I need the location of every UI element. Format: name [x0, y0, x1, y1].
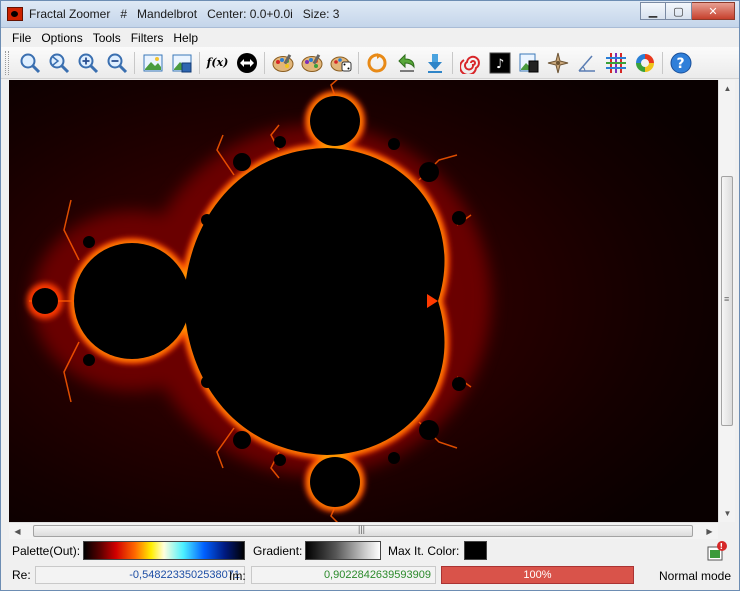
scroll-down-arrow-icon[interactable]: ▼	[719, 505, 736, 522]
mandelbrot-image	[9, 80, 718, 522]
menu-tools[interactable]: Tools	[88, 29, 126, 47]
toolbar-separator	[134, 51, 135, 74]
save-settings-icon[interactable]	[170, 51, 194, 75]
palette-out-label: Palette(Out):	[12, 544, 81, 558]
palette-in-icon[interactable]	[300, 51, 324, 75]
re-label: Re:	[12, 568, 31, 582]
zoom-in-magnifier-icon[interactable]	[18, 51, 42, 75]
grid-icon[interactable]	[604, 51, 628, 75]
scroll-up-arrow-icon[interactable]: ▲	[719, 80, 736, 97]
horizontal-thumb-grip-icon: |||	[358, 524, 366, 534]
mode-label: Normal mode	[659, 569, 732, 583]
palette-row: Palette(Out): Gradient: Max It. Color: !	[1, 539, 739, 563]
function-glyph: f(x)	[206, 56, 229, 69]
menu-filters[interactable]: Filters	[126, 29, 169, 47]
maximize-button[interactable]: ▢	[666, 2, 692, 20]
menu-bar: File Options Tools Filters Help	[1, 29, 739, 47]
angle-icon[interactable]	[575, 51, 599, 75]
toolbar-separator	[662, 51, 663, 74]
save-image-icon[interactable]	[141, 51, 165, 75]
random-palette-icon[interactable]	[329, 51, 353, 75]
undo-icon[interactable]	[394, 51, 418, 75]
menu-options[interactable]: Options	[36, 29, 87, 47]
toolbar-grip[interactable]	[5, 50, 9, 75]
gradient-label: Gradient:	[253, 544, 303, 558]
menu-file[interactable]: File	[7, 29, 36, 47]
zoom-minus-icon[interactable]	[105, 51, 129, 75]
zoom-out-magnifier-icon[interactable]	[47, 51, 71, 75]
re-value-field: -0,5482233502538071	[35, 566, 245, 584]
render-progress-bar: 100%	[441, 566, 634, 584]
compass-icon[interactable]	[546, 51, 570, 75]
close-button[interactable]: ✕	[692, 2, 735, 20]
svg-text:!: !	[720, 542, 724, 551]
max-iter-color-swatch[interactable]	[464, 541, 487, 560]
im-value-field: 0,9022842639593909	[251, 566, 436, 584]
toolbar-separator	[199, 51, 200, 74]
horizontal-scrollbar[interactable]: ◀ ||| ▶	[9, 522, 718, 539]
palette-out-icon[interactable]	[271, 51, 295, 75]
scroll-right-arrow-icon[interactable]: ▶	[701, 523, 718, 540]
notification-icon[interactable]: !	[706, 541, 728, 561]
im-label: Im:	[229, 569, 246, 583]
toolbar-separator	[358, 51, 359, 74]
max-iter-color-label: Max It. Color:	[388, 544, 460, 558]
zoom-plus-icon[interactable]	[76, 51, 100, 75]
toolbar-separator	[452, 51, 453, 74]
rotate-icon[interactable]	[365, 51, 389, 75]
download-icon[interactable]	[423, 51, 447, 75]
spiral-icon[interactable]	[459, 51, 483, 75]
toolbar: f(x) ♪ ?	[1, 47, 739, 79]
minimize-button[interactable]: ▁	[640, 2, 666, 20]
color-cycle-icon[interactable]	[633, 51, 657, 75]
swap-icon[interactable]	[235, 51, 259, 75]
scroll-left-arrow-icon[interactable]: ◀	[9, 523, 26, 540]
music-glyph: ♪	[496, 57, 504, 72]
palette-out-swatch[interactable]	[83, 541, 245, 560]
menu-help[interactable]: Help	[168, 29, 203, 47]
music-icon[interactable]: ♪	[488, 51, 512, 75]
overview-icon[interactable]	[517, 51, 541, 75]
vertical-scrollbar[interactable]: ▲ ≡ ▼	[718, 80, 735, 522]
function-icon[interactable]: f(x)	[206, 51, 230, 75]
fractal-canvas[interactable]	[9, 80, 718, 522]
gradient-swatch[interactable]	[305, 541, 381, 560]
app-icon	[7, 7, 23, 21]
toolbar-separator	[264, 51, 265, 74]
window-title: Fractal Zoomer # Mandelbrot Center: 0.0+…	[29, 7, 340, 21]
title-bar[interactable]: Fractal Zoomer # Mandelbrot Center: 0.0+…	[1, 1, 739, 28]
help-icon[interactable]: ?	[669, 51, 693, 75]
app-window: Fractal Zoomer # Mandelbrot Center: 0.0+…	[0, 0, 740, 591]
vertical-thumb-grip-icon: ≡	[724, 294, 730, 304]
help-glyph: ?	[676, 56, 684, 72]
